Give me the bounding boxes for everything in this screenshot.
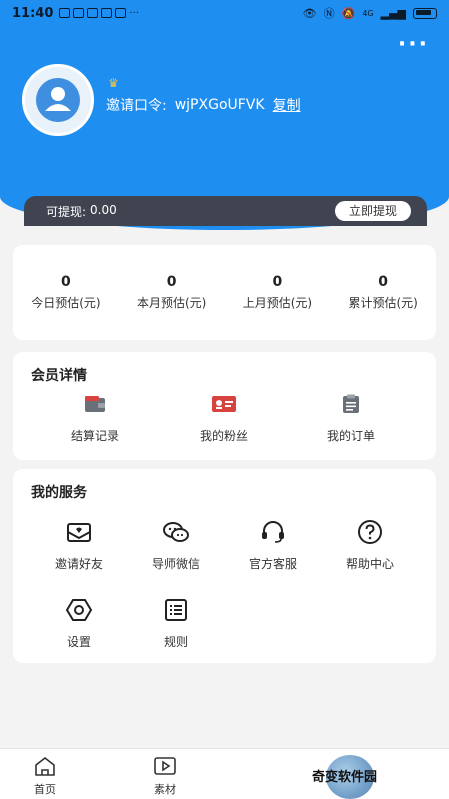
earnings-value: 0 xyxy=(378,274,388,290)
nfc-icon: Ⓝ xyxy=(323,7,335,20)
menu-item-label: 规则 xyxy=(163,635,188,649)
copy-invite-code-link[interactable]: 复制 xyxy=(273,95,301,115)
crown-icon: ♛ xyxy=(108,76,119,90)
menu-item-label: 我的粉丝 xyxy=(199,429,248,443)
tab-materials[interactable]: 素材 xyxy=(135,755,195,797)
notification-icon-2 xyxy=(73,8,85,18)
user-icon xyxy=(36,78,80,122)
menu-item-label: 导师微信 xyxy=(151,557,200,571)
wechat-icon xyxy=(162,519,190,545)
notification-icon-4 xyxy=(101,8,113,18)
earnings-label: 上月预估(元) xyxy=(242,296,313,310)
earnings-value: 0 xyxy=(61,274,71,290)
tab-home[interactable]: 首页 xyxy=(15,755,75,797)
earnings-total[interactable]: 0 累计预估(元) xyxy=(330,245,436,340)
clipboard-icon xyxy=(343,394,359,413)
earnings-value: 0 xyxy=(272,274,283,290)
list-icon xyxy=(162,597,190,623)
withdrawable-amount: 0.00 xyxy=(90,202,117,217)
menu-item-label: 设置 xyxy=(66,635,91,649)
play-icon xyxy=(154,757,176,775)
envelope-icon xyxy=(65,519,93,545)
menu-item-label: 结算记录 xyxy=(70,429,119,443)
wallet-icon xyxy=(85,396,105,412)
battery-icon xyxy=(413,7,437,19)
avatar[interactable] xyxy=(22,64,94,136)
signal-icon: ▂▄▆ xyxy=(380,6,406,20)
notification-icon-5 xyxy=(115,8,127,18)
more-options-icon[interactable]: ··· xyxy=(398,34,429,56)
network-label: 4G xyxy=(362,8,374,18)
mute-icon: 🔕 xyxy=(341,6,356,20)
earnings-summary-card: 0 今日预估(元) 0 本月预估(元) 0 上月预估(元) 0 累计预估(元) xyxy=(13,245,436,340)
invite-label: 邀请口令: xyxy=(106,98,167,114)
earnings-this-month[interactable]: 0 本月预估(元) xyxy=(119,245,225,340)
hexagon-settings-icon xyxy=(65,597,93,623)
earnings-last-month[interactable]: 0 上月预估(元) xyxy=(225,245,331,340)
earnings-label: 本月预估(元) xyxy=(136,296,207,310)
invite-code-row: 邀请口令: wjPXGoUFVK 复制 xyxy=(106,95,301,115)
notification-icons: ··· xyxy=(59,8,139,19)
my-services-card: 我的服务 邀请好友 导师微信 官方客服 帮助中心 设置 规则 xyxy=(13,469,436,663)
customer-service-item[interactable]: 官方客服 xyxy=(223,519,323,572)
eye-icon: 👁 xyxy=(302,6,317,20)
menu-item-label: 我的订单 xyxy=(326,429,375,443)
more-notifications: ··· xyxy=(129,7,139,19)
watermark-logo: 奇变软件园 xyxy=(308,755,444,799)
member-details-card: 会员详情 结算记录 我的粉丝 我的订单 xyxy=(13,352,436,460)
settings-item[interactable]: 设置 xyxy=(29,597,129,650)
headset-icon xyxy=(259,519,287,545)
member-details-title: 会员详情 xyxy=(31,368,87,384)
notification-icon-3 xyxy=(87,8,99,18)
question-icon xyxy=(356,519,384,545)
menu-item-label: 邀请好友 xyxy=(54,557,103,571)
watermark-text: 奇变软件园 xyxy=(312,770,378,785)
help-center-item[interactable]: 帮助中心 xyxy=(320,519,420,572)
earnings-label: 今日预估(元) xyxy=(31,296,101,310)
tab-label: 素材 xyxy=(154,783,176,796)
status-time: 11:40 xyxy=(12,5,54,21)
system-icons: 👁 Ⓝ 🔕 4G ▂▄▆ xyxy=(303,5,437,21)
earnings-value: 0 xyxy=(166,274,177,290)
withdraw-now-button[interactable]: 立即提现 xyxy=(334,201,411,221)
earnings-today[interactable]: 0 今日预估(元) xyxy=(13,245,119,340)
status-bar: 11:40 ··· 👁 Ⓝ 🔕 4G ▂▄▆ xyxy=(0,0,449,26)
mentor-wechat-item[interactable]: 导师微信 xyxy=(126,519,226,572)
invite-friends-item[interactable]: 邀请好友 xyxy=(29,519,129,572)
home-icon xyxy=(35,756,55,776)
invite-code: wjPXGoUFVK xyxy=(174,97,265,113)
withdraw-bar: 可提现: 0.00 立即提现 xyxy=(24,196,427,226)
settlement-records-item[interactable]: 结算记录 xyxy=(35,394,155,444)
withdrawable-label: 可提现: xyxy=(46,204,87,219)
rules-item[interactable]: 规则 xyxy=(126,597,226,650)
earnings-label: 累计预估(元) xyxy=(348,296,418,310)
withdrawable-balance: 可提现: 0.00 xyxy=(46,203,117,220)
menu-item-label: 帮助中心 xyxy=(345,557,394,571)
id-card-icon xyxy=(212,396,236,412)
notification-icon-1 xyxy=(59,8,71,18)
menu-item-label: 官方客服 xyxy=(248,557,297,571)
tab-label: 首页 xyxy=(34,783,56,796)
my-orders-item[interactable]: 我的订单 xyxy=(291,394,411,444)
my-fans-item[interactable]: 我的粉丝 xyxy=(164,394,284,444)
my-services-title: 我的服务 xyxy=(31,485,87,501)
